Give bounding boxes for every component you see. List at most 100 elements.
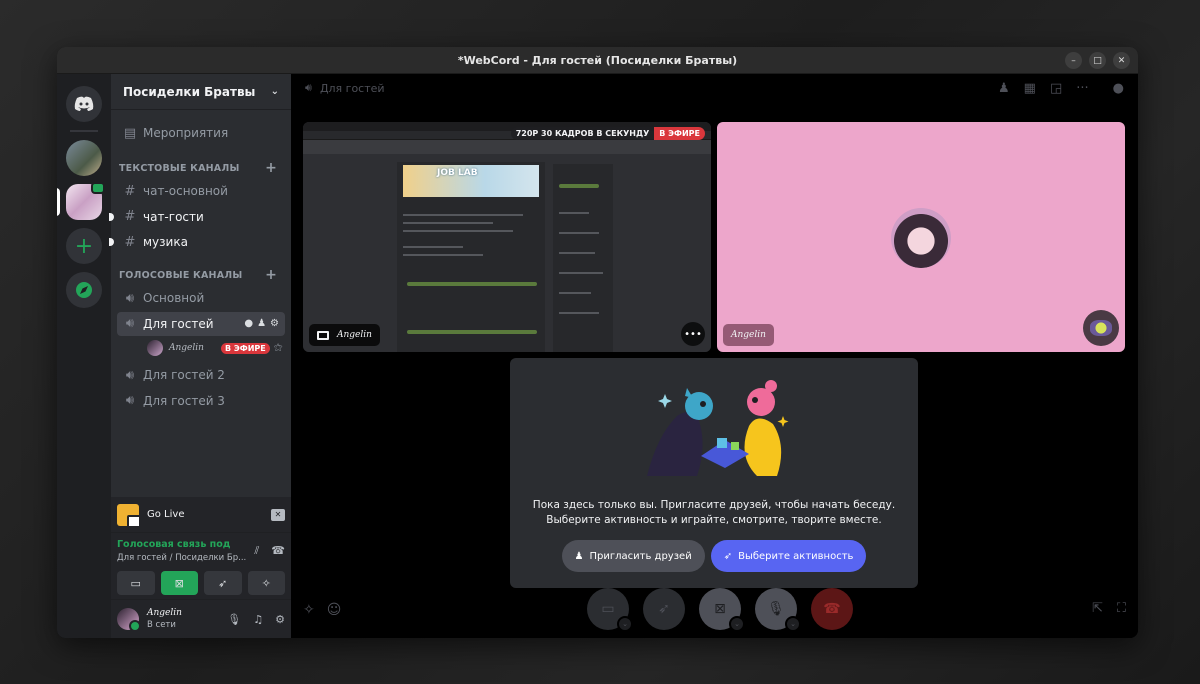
emoji-icon[interactable]: ☺ <box>327 602 342 618</box>
chevron-down-icon[interactable]: ⌄ <box>785 616 801 632</box>
go-live-label: Go Live <box>147 509 185 520</box>
disconnect-icon[interactable]: ☎ <box>271 544 285 558</box>
invite-message-line1: Пока здесь только вы. Пригласите друзей,… <box>532 499 896 511</box>
voice-user-row[interactable]: Angelin В ЭФИРЕ ⚝ <box>117 337 285 359</box>
chevron-down-icon: ⌄ <box>270 86 279 97</box>
chat-bubble-icon[interactable]: ● <box>1113 81 1124 96</box>
server-icon-1[interactable] <box>66 140 102 176</box>
speaker-icon: 🔊︎ <box>125 290 135 306</box>
voice-call-view: 🔊︎ Для гостей ♟ ▦ ◲ ··· ● JOB LAB 720P 3… <box>291 74 1138 638</box>
voice-status[interactable]: Голосовая связь под <box>117 539 246 550</box>
stream-name-tag: Angelin <box>309 324 380 346</box>
invite-message-line2: Выберите активность и играйте, смотрите,… <box>546 514 882 526</box>
screen-share-icon: ⊠ <box>714 601 726 617</box>
noise-suppression-icon[interactable]: ⫽ <box>254 544 259 558</box>
activity-button[interactable]: ➶ <box>643 588 685 630</box>
choose-activity-button[interactable]: ➶ Выберите активность <box>710 540 867 572</box>
guild-name: Посиделки Братвы <box>123 84 256 99</box>
title-bar: *WebCord - Для гостей (Посиделки Братвы)… <box>57 47 1138 74</box>
activities-button[interactable]: ➶ <box>204 571 242 595</box>
stop-stream-icon[interactable]: ✕ <box>271 508 285 521</box>
voice-connection-panel: Голосовая связь под Для гостей / Посидел… <box>111 533 291 600</box>
gear-icon[interactable]: ⚙ <box>275 613 285 626</box>
user-tile[interactable]: Angelin <box>717 122 1125 352</box>
unread-indicator <box>109 212 114 221</box>
tile-user-name: Angelin <box>731 330 766 340</box>
channel-sidebar: Посиделки Братвы ⌄ ▤ Мероприятия ТЕКСТОВ… <box>109 74 291 638</box>
add-server-icon[interactable]: + <box>66 228 102 264</box>
channel-label: Основной <box>143 291 205 306</box>
voice-channel-guests-2[interactable]: 🔊︎ Для гостей 2 <box>117 363 285 387</box>
unread-indicator <box>109 238 114 247</box>
stream-tile[interactable]: JOB LAB 720P 30 КАДРОВ В СЕКУНДУ В ЭФИРЕ… <box>303 122 711 352</box>
user-name-tag: Angelin <box>723 324 774 346</box>
camera-off-icon: ▭ <box>130 576 141 590</box>
call-controls: ✧ ☺ ▭ ⌄ ➶ ⊠ ⌄ 🎙︎ ⌄ ☎ ⇱ ⛶ <box>291 580 1138 638</box>
add-channel-icon[interactable]: + <box>265 160 277 176</box>
camera-off-button[interactable]: ▭ <box>117 571 155 595</box>
events-item[interactable]: ▤ Мероприятия <box>117 119 285 147</box>
window-title: *WebCord - Для гостей (Посиделки Братвы) <box>457 53 738 67</box>
soundboard-icon[interactable]: ✧ <box>303 602 315 618</box>
channel-label: Для гостей <box>143 316 214 331</box>
gear-icon[interactable]: ⚙ <box>270 318 279 329</box>
microphone-icon[interactable]: 🎙︎ <box>227 613 241 626</box>
channel-chat-main[interactable]: # чат-основной <box>117 179 285 203</box>
text-category[interactable]: ТЕКСТОВЫЕ КАНАЛЫ + <box>117 157 285 179</box>
fullscreen-icon[interactable]: ⛶ <box>1117 601 1126 616</box>
chevron-down-icon[interactable]: ⌄ <box>729 616 745 632</box>
text-category-label: ТЕКСТОВЫЕ КАНАЛЫ <box>119 162 240 174</box>
chat-bubble-icon[interactable]: ● <box>244 318 253 329</box>
headphones-icon[interactable]: ♫ <box>253 613 263 626</box>
voice-category[interactable]: ГОЛОСОВЫЕ КАНАЛЫ + <box>117 264 285 286</box>
screen-share-button[interactable]: ⊠ ⌄ <box>699 588 745 632</box>
close-icon[interactable]: ✕ <box>1113 52 1130 69</box>
stream-banner-text: JOB LAB <box>437 168 478 178</box>
invite-friends-label: Пригласить друзей <box>589 550 692 562</box>
screen-share-icon <box>317 330 329 340</box>
voice-channel-main[interactable]: 🔊︎ Основной <box>117 286 285 310</box>
voice-channel-guests-3[interactable]: 🔊︎ Для гостей 3 <box>117 389 285 413</box>
speaker-icon: 🔊︎ <box>125 367 135 383</box>
activity-icon: ⚝ <box>273 343 283 354</box>
popout-icon[interactable]: ⇱ <box>1092 601 1103 616</box>
invite-member-icon[interactable]: ♟ <box>998 81 1010 96</box>
user-panel: Angelin В сети 🎙︎ ♫ ⚙ <box>111 600 291 638</box>
discord-app: + Посиделки Братвы ⌄ ▤ Мероприятия ТЕКСТ… <box>57 74 1138 638</box>
activity-avatar-icon[interactable] <box>1083 310 1119 346</box>
voice-channel-guests[interactable]: 🔊︎ Для гостей ● ♟ ⚙ <box>117 311 285 336</box>
microphone-button[interactable]: 🎙︎ ⌄ <box>755 588 801 632</box>
channel-music[interactable]: # музика <box>109 230 285 254</box>
channel-chat-guests[interactable]: # чат-гости <box>109 205 285 229</box>
stream-quality: 720P 30 КАДРОВ В СЕКУНДУ <box>510 127 655 140</box>
maximize-icon[interactable]: □ <box>1089 52 1106 69</box>
disconnect-button[interactable]: ☎ <box>811 588 853 630</box>
more-options-button[interactable]: ••• <box>681 322 705 346</box>
add-channel-icon[interactable]: + <box>265 267 277 283</box>
avatar <box>891 208 951 268</box>
popout-icon[interactable]: ◲ <box>1050 81 1062 96</box>
camera-toggle-button[interactable]: ▭ ⌄ <box>587 588 633 632</box>
invite-panel: Пока здесь только вы. Пригласите друзей,… <box>510 358 918 588</box>
invite-member-icon[interactable]: ♟ <box>257 318 266 329</box>
rail-separator <box>70 130 98 132</box>
invite-friends-button[interactable]: ♟ Пригласить друзей <box>561 540 705 572</box>
soundboard-button[interactable]: ✧ <box>247 571 285 595</box>
active-server-pill <box>57 188 60 216</box>
voice-category-label: ГОЛОСОВЫЕ КАНАЛЫ <box>119 269 243 281</box>
go-live-panel[interactable]: Go Live ✕ <box>111 497 291 533</box>
chevron-down-icon[interactable]: ⌄ <box>617 616 633 632</box>
explore-compass-icon[interactable] <box>66 272 102 308</box>
screen-share-button[interactable]: ⊠ <box>160 571 198 595</box>
rocket-icon: ➶ <box>218 576 228 590</box>
more-icon[interactable]: ··· <box>1076 81 1088 96</box>
hash-icon: # <box>124 209 136 225</box>
grid-layout-icon[interactable]: ▦ <box>1024 81 1036 96</box>
minimize-icon[interactable]: – <box>1065 52 1082 69</box>
server-icon-posidelki[interactable] <box>57 182 105 220</box>
choose-activity-label: Выберите активность <box>738 550 854 562</box>
avatar[interactable] <box>117 608 141 632</box>
guild-header[interactable]: Посиделки Братвы ⌄ <box>111 74 291 110</box>
discord-home-icon[interactable] <box>66 86 102 122</box>
channel-label: музика <box>143 235 188 250</box>
